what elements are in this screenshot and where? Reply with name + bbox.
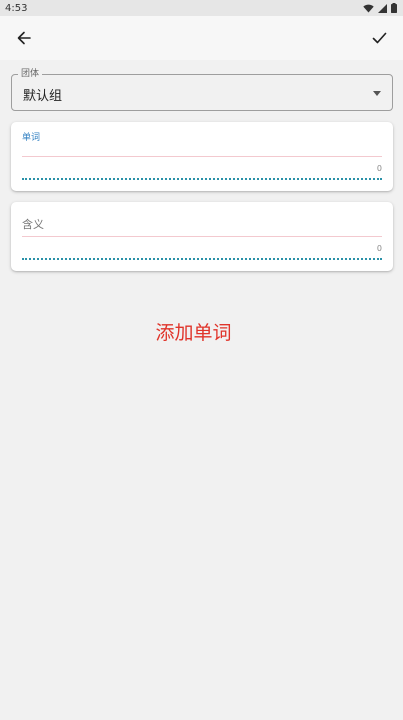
back-button[interactable] — [10, 24, 38, 52]
app-bar — [0, 16, 403, 60]
battery-icon — [391, 3, 397, 13]
group-select-legend: 团体 — [18, 68, 43, 80]
wifi-icon — [363, 4, 374, 12]
meaning-char-counter: 0 — [376, 244, 382, 253]
word-input-card: 单词 0 — [11, 122, 393, 191]
add-word-button[interactable]: 添加单词 — [0, 318, 387, 345]
meaning-input-card: 含义 0 — [11, 202, 393, 271]
checkmark-icon — [372, 32, 386, 44]
word-char-counter: 0 — [376, 164, 382, 173]
word-field-divider — [22, 178, 382, 180]
confirm-button[interactable] — [365, 24, 393, 52]
group-select[interactable]: 团体 默认组 — [11, 68, 393, 111]
group-select-value: 默认组 — [23, 89, 63, 104]
word-field-label: 单词 — [22, 133, 41, 143]
meaning-field-divider — [22, 258, 382, 260]
status-bar: 4:53 — [0, 0, 403, 16]
status-icons — [363, 3, 397, 13]
meaning-field-hint: 含义 — [22, 218, 44, 231]
signal-icon — [378, 3, 387, 13]
arrow-left-icon — [17, 31, 31, 45]
word-input[interactable] — [22, 156, 382, 157]
caret-down-icon — [373, 91, 381, 96]
status-time: 4:53 — [5, 2, 28, 14]
meaning-input[interactable] — [22, 236, 382, 237]
